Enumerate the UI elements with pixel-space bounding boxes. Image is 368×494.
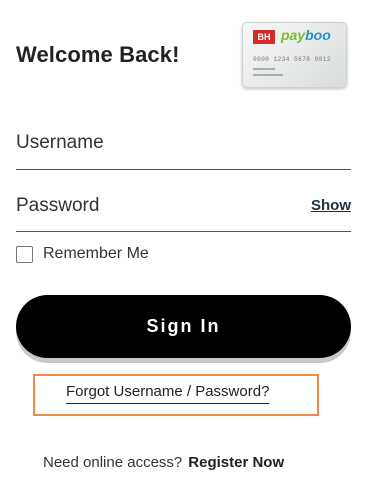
payboo-logo: payboo (281, 27, 331, 43)
forgot-credentials-link[interactable]: Forgot Username / Password? (66, 383, 270, 404)
password-label: Password (16, 195, 100, 216)
card-detail-line (253, 74, 283, 76)
page-title: Welcome Back! (16, 42, 180, 67)
show-password-button[interactable]: Show (311, 197, 351, 214)
card-detail-line (253, 68, 275, 70)
register-prompt: Need online access? (43, 454, 183, 471)
register-row: Need online access? Register Now (43, 454, 284, 471)
remember-me-checkbox[interactable] (16, 245, 33, 263)
payboo-card-image: BH payboo 0000 1234 5678 9012 (242, 22, 347, 88)
bh-logo: BH (253, 30, 275, 44)
password-field[interactable]: Password Show (16, 190, 351, 232)
username-field[interactable]: Username (16, 128, 351, 170)
register-now-link[interactable]: Register Now (188, 454, 284, 471)
payboo-logo-part2: boo (305, 27, 331, 43)
username-label: Username (16, 132, 104, 153)
sign-in-button[interactable]: Sign In (16, 295, 351, 358)
remember-me-row[interactable]: Remember Me (16, 244, 149, 264)
card-number: 0000 1234 5678 9012 (253, 56, 331, 63)
payboo-logo-part1: pay (281, 27, 306, 43)
remember-me-label: Remember Me (43, 245, 149, 262)
